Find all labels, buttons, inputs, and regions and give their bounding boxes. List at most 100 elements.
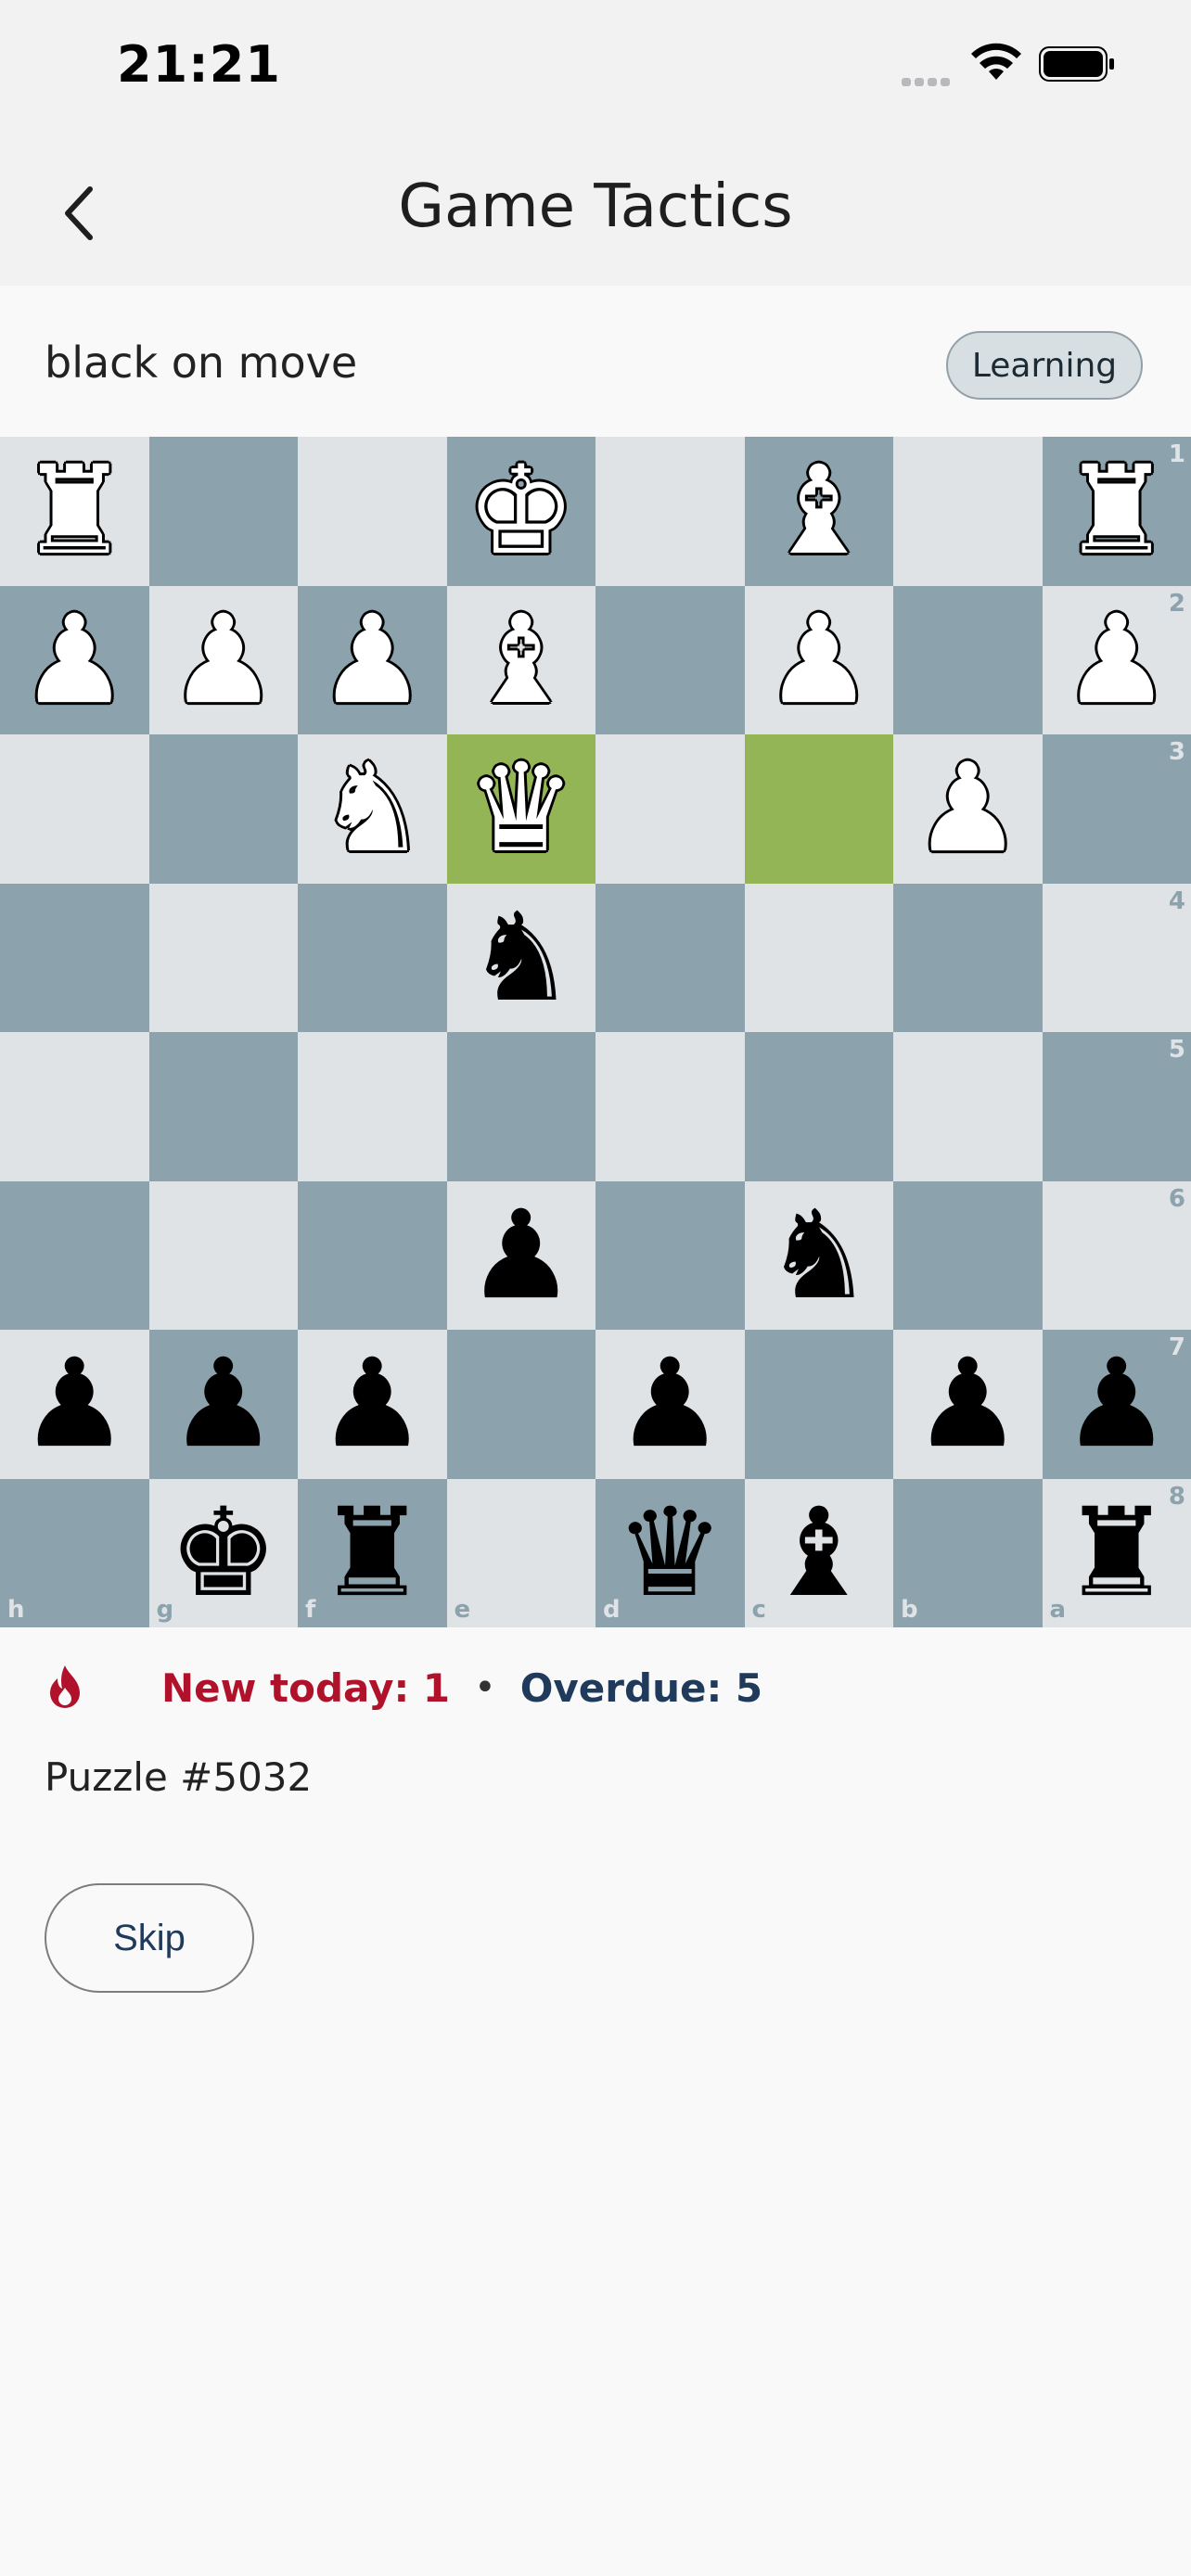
black-pawn-icon[interactable]: ♟ <box>317 1343 427 1465</box>
square-e1[interactable]: ♚ <box>446 437 596 586</box>
square-b5[interactable] <box>893 1032 1043 1181</box>
white-bishop-icon[interactable]: ♝ <box>467 599 576 721</box>
white-pawn-icon[interactable]: ♟ <box>764 599 874 721</box>
square-h6[interactable] <box>0 1180 149 1330</box>
black-pawn-icon[interactable]: ♟ <box>615 1343 724 1465</box>
square-d2[interactable] <box>596 585 745 734</box>
square-d5[interactable] <box>596 1032 745 1181</box>
black-rook-icon[interactable]: ♜ <box>317 1492 427 1614</box>
turn-row: black on move Learning <box>0 286 1191 437</box>
black-pawn-icon[interactable]: ♟ <box>1062 1343 1172 1465</box>
square-f6[interactable] <box>298 1180 447 1330</box>
square-a4[interactable]: 4 <box>1042 883 1191 1032</box>
square-b4[interactable] <box>893 883 1043 1032</box>
square-g3[interactable] <box>148 734 298 884</box>
white-pawn-icon[interactable]: ♟ <box>19 599 129 721</box>
white-rook-icon[interactable]: ♜ <box>1062 450 1172 572</box>
square-d6[interactable] <box>596 1180 745 1330</box>
square-c1[interactable]: ♝ <box>744 437 893 586</box>
square-f3[interactable]: ♞ <box>298 734 447 884</box>
square-a5[interactable]: 5 <box>1042 1032 1191 1181</box>
square-b6[interactable] <box>893 1180 1043 1330</box>
white-knight-icon[interactable]: ♞ <box>317 747 427 870</box>
mode-badge[interactable]: Learning <box>946 331 1143 400</box>
square-b1[interactable] <box>893 437 1043 586</box>
black-knight-icon[interactable]: ♞ <box>764 1194 874 1317</box>
square-c8[interactable]: ♝ c <box>744 1478 893 1627</box>
square-d3[interactable] <box>596 734 745 884</box>
square-e8[interactable]: e <box>446 1478 596 1627</box>
file-label: c <box>751 1596 766 1624</box>
square-h8[interactable]: h <box>0 1478 149 1627</box>
square-a8[interactable]: ♜ 8 a <box>1042 1478 1191 1627</box>
white-pawn-icon[interactable]: ♟ <box>913 747 1022 870</box>
square-f1[interactable] <box>298 437 447 586</box>
square-d8[interactable]: ♛ d <box>596 1478 745 1627</box>
square-e6[interactable]: ♟ <box>446 1180 596 1330</box>
square-h4[interactable] <box>0 883 149 1032</box>
square-e2[interactable]: ♝ <box>446 585 596 734</box>
square-g2[interactable]: ♟ <box>148 585 298 734</box>
black-bishop-icon[interactable]: ♝ <box>764 1492 874 1614</box>
square-h1[interactable]: ♜ <box>0 437 149 586</box>
square-f7[interactable]: ♟ <box>298 1330 447 1479</box>
white-rook-icon[interactable]: ♜ <box>19 450 129 572</box>
white-king-icon[interactable]: ♚ <box>467 450 576 572</box>
square-d1[interactable] <box>596 437 745 586</box>
chess-board[interactable]: ♜ ♚ ♝ ♜ 1 ♟ ♟ ♟ ♝ ♟ ♟ 2 ♞ ♛ ♟ 3 ♞ 4 5 ♟ ♞ 6 ♟ ♟ ♟ ♟ ♟ ♟ 7 h ♚ g ♜ f e ♛ d ♝ c b… <box>0 437 1191 1627</box>
square-c7[interactable] <box>744 1330 893 1479</box>
square-g1[interactable] <box>148 437 298 586</box>
square-c6[interactable]: ♞ <box>744 1180 893 1330</box>
overdue-count: Overdue: 5 <box>519 1664 763 1711</box>
square-c3[interactable] <box>744 734 893 884</box>
square-e3[interactable]: ♛ <box>446 734 596 884</box>
square-e7[interactable] <box>446 1330 596 1479</box>
black-pawn-icon[interactable]: ♟ <box>169 1343 278 1465</box>
square-c5[interactable] <box>744 1032 893 1181</box>
square-a7[interactable]: ♟ 7 <box>1042 1330 1191 1479</box>
square-g7[interactable]: ♟ <box>148 1330 298 1479</box>
square-g6[interactable] <box>148 1180 298 1330</box>
square-g8[interactable]: ♚ g <box>148 1478 298 1627</box>
square-b8[interactable]: b <box>893 1478 1043 1627</box>
square-a3[interactable]: 3 <box>1042 734 1191 884</box>
square-h2[interactable]: ♟ <box>0 585 149 734</box>
square-b2[interactable] <box>893 585 1043 734</box>
square-a6[interactable]: 6 <box>1042 1180 1191 1330</box>
square-g4[interactable] <box>148 883 298 1032</box>
square-c2[interactable]: ♟ <box>744 585 893 734</box>
white-pawn-icon[interactable]: ♟ <box>169 599 278 721</box>
square-f5[interactable] <box>298 1032 447 1181</box>
square-b7[interactable]: ♟ <box>893 1330 1043 1479</box>
white-queen-icon[interactable]: ♛ <box>467 747 576 870</box>
square-f4[interactable] <box>298 883 447 1032</box>
square-h3[interactable] <box>0 734 149 884</box>
black-pawn-icon[interactable]: ♟ <box>913 1343 1022 1465</box>
black-knight-icon[interactable]: ♞ <box>467 897 576 1019</box>
square-g5[interactable] <box>148 1032 298 1181</box>
square-a1[interactable]: ♜ 1 <box>1042 437 1191 586</box>
square-e5[interactable] <box>446 1032 596 1181</box>
file-label: h <box>7 1596 25 1624</box>
black-pawn-icon[interactable]: ♟ <box>467 1194 576 1317</box>
white-bishop-icon[interactable]: ♝ <box>764 450 874 572</box>
white-pawn-icon[interactable]: ♟ <box>317 599 427 721</box>
rank-label: 3 <box>1168 738 1185 766</box>
white-pawn-icon[interactable]: ♟ <box>1062 599 1172 721</box>
square-e4[interactable]: ♞ <box>446 883 596 1032</box>
black-king-icon[interactable]: ♚ <box>169 1492 278 1614</box>
square-a2[interactable]: ♟ 2 <box>1042 585 1191 734</box>
file-label: a <box>1049 1596 1067 1624</box>
black-queen-icon[interactable]: ♛ <box>615 1492 724 1614</box>
square-f2[interactable]: ♟ <box>298 585 447 734</box>
square-b3[interactable]: ♟ <box>893 734 1043 884</box>
square-f8[interactable]: ♜ f <box>298 1478 447 1627</box>
square-h7[interactable]: ♟ <box>0 1330 149 1479</box>
square-h5[interactable] <box>0 1032 149 1181</box>
square-c4[interactable] <box>744 883 893 1032</box>
skip-button[interactable]: Skip <box>45 1883 254 1993</box>
black-pawn-icon[interactable]: ♟ <box>19 1343 129 1465</box>
square-d7[interactable]: ♟ <box>596 1330 745 1479</box>
square-d4[interactable] <box>596 883 745 1032</box>
black-rook-icon[interactable]: ♜ <box>1062 1492 1172 1614</box>
